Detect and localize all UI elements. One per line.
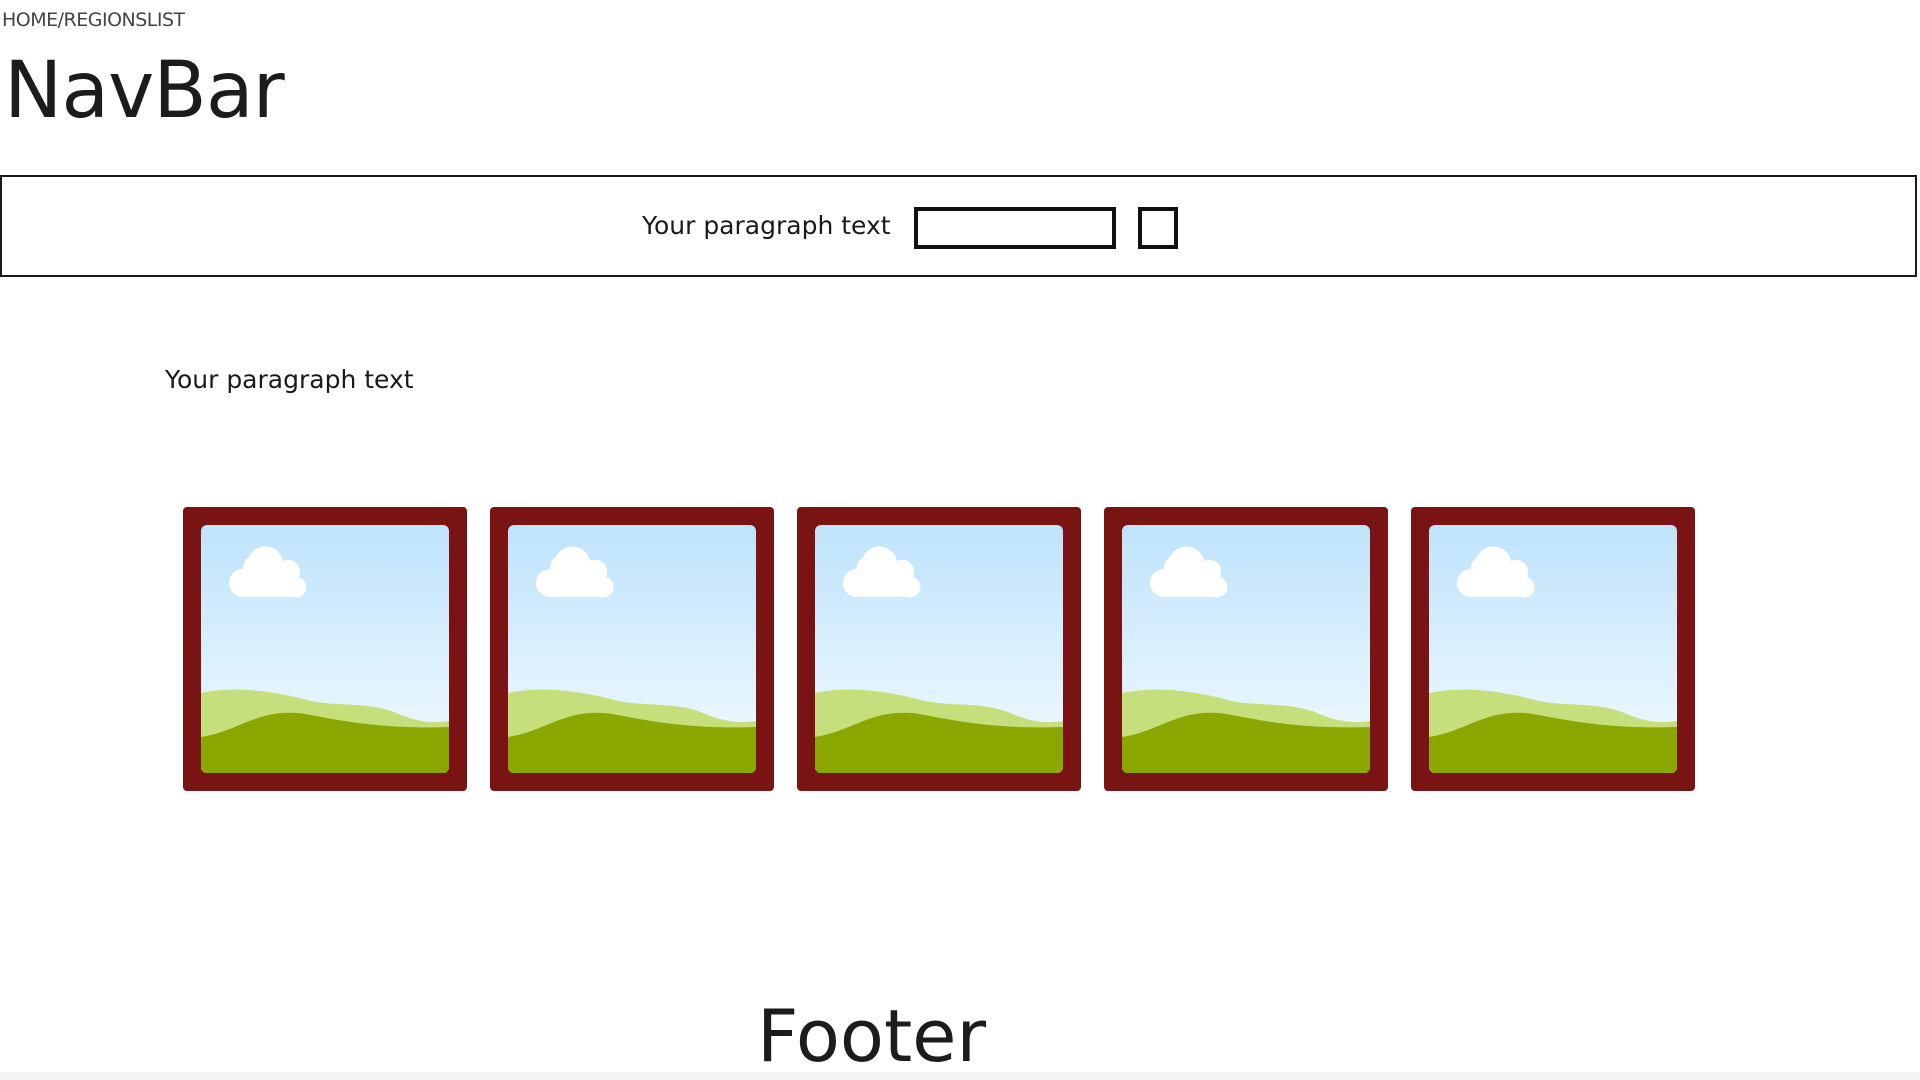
image-placeholder-icon <box>815 525 1063 773</box>
gallery-item[interactable] <box>1411 507 1695 791</box>
image-placeholder-icon <box>508 525 756 773</box>
search-button[interactable] <box>1138 207 1178 249</box>
search-input[interactable] <box>914 207 1116 249</box>
image-placeholder-icon <box>1429 525 1677 773</box>
intro-paragraph: Your paragraph text <box>165 365 414 394</box>
gallery-item[interactable] <box>490 507 774 791</box>
image-placeholder-icon <box>1122 525 1370 773</box>
footer-divider <box>0 1072 1920 1080</box>
navbar-title: NavBar <box>4 46 285 136</box>
footer-title: Footer <box>757 994 987 1078</box>
gallery-item[interactable] <box>183 507 467 791</box>
gallery-item[interactable] <box>797 507 1081 791</box>
gallery-item[interactable] <box>1104 507 1388 791</box>
breadcrumb[interactable]: HOME/REGIONSLIST <box>2 9 185 31</box>
search-label: Your paragraph text <box>642 211 891 240</box>
search-bar: Your paragraph text <box>0 175 1917 277</box>
image-placeholder-icon <box>201 525 449 773</box>
